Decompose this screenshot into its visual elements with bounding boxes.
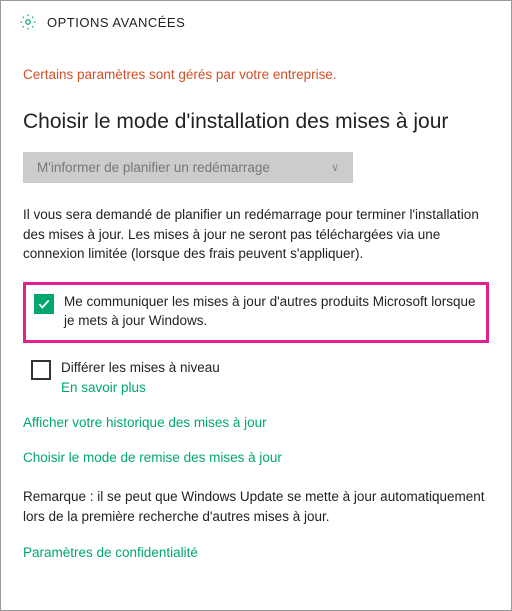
other-products-checkbox[interactable] (34, 294, 54, 314)
gear-icon (19, 13, 37, 31)
dropdown-selected-label: M'informer de planifier un redémarrage (37, 160, 270, 175)
other-products-label: Me communiquer les mises à jour d'autres… (64, 293, 478, 331)
delivery-mode-link[interactable]: Choisir le mode de remise des mises à jo… (23, 450, 489, 465)
learn-more-link[interactable]: En savoir plus (61, 380, 220, 395)
remark-text: Remarque : il se peut que Windows Update… (23, 487, 489, 526)
section-heading: Choisir le mode d'installation des mises… (23, 110, 489, 134)
privacy-settings-link[interactable]: Paramètres de confidentialité (23, 545, 198, 560)
defer-upgrades-label: Différer les mises à niveau (61, 359, 220, 378)
content-area: Certains paramètres sont gérés par votre… (1, 39, 511, 572)
other-products-checkbox-row[interactable]: Me communiquer les mises à jour d'autres… (34, 293, 478, 331)
chevron-down-icon: ∨ (331, 161, 339, 174)
enterprise-notice: Certains paramètres sont gérés par votre… (23, 67, 489, 82)
defer-upgrades-checkbox[interactable] (31, 360, 51, 380)
highlighted-option: Me communiquer les mises à jour d'autres… (23, 282, 489, 344)
install-mode-dropdown[interactable]: M'informer de planifier un redémarrage ∨ (23, 152, 353, 183)
update-history-link[interactable]: Afficher votre historique des mises à jo… (23, 415, 489, 430)
install-mode-description: Il vous sera demandé de planifier un red… (23, 205, 489, 264)
defer-upgrades-row[interactable]: Différer les mises à niveau En savoir pl… (23, 355, 489, 395)
page-title: OPTIONS AVANCÉES (47, 15, 185, 30)
header: OPTIONS AVANCÉES (1, 1, 511, 39)
